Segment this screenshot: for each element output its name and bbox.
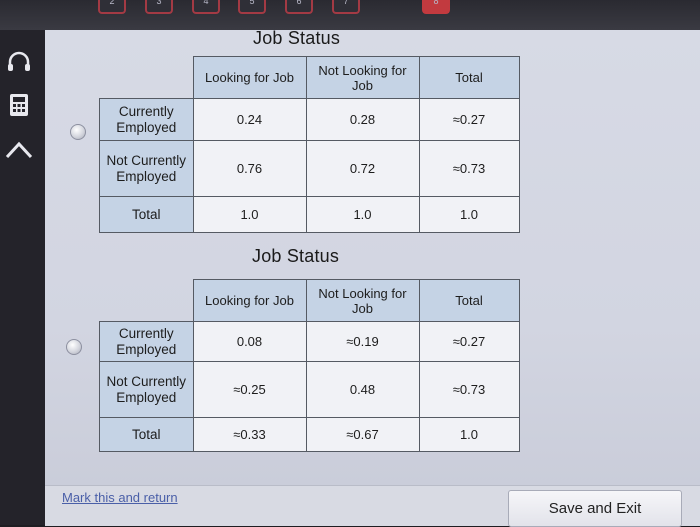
- option-1-radio[interactable]: [70, 124, 86, 140]
- table2-title: Job Status: [252, 246, 340, 266]
- table-row: Currently Employed 0.08 ≈0.19 ≈0.27: [99, 321, 520, 362]
- row-label: Currently Employed: [99, 98, 194, 141]
- table-cell: 0.48: [305, 361, 420, 418]
- table-row: Currently Employed 0.24 0.28 ≈0.27: [99, 98, 520, 141]
- question-tab-5[interactable]: 5: [238, 0, 266, 14]
- table-cell: ≈0.73: [418, 361, 520, 418]
- headset-icon[interactable]: [4, 50, 34, 80]
- table-cell: ≈0.19: [305, 321, 420, 362]
- table-cell: ≈0.25: [192, 361, 307, 418]
- question-tab-7[interactable]: 7: [332, 0, 360, 14]
- left-toolbar: [0, 30, 45, 525]
- chevron-up-icon[interactable]: [4, 138, 34, 168]
- option-2-radio[interactable]: [66, 339, 82, 355]
- table-cell: ≈0.33: [192, 417, 307, 452]
- save-and-exit-button[interactable]: Save and Exit: [508, 490, 682, 527]
- table-cell: ≈0.27: [418, 98, 520, 141]
- table1-title: Job Status: [253, 28, 341, 48]
- question-tab-4[interactable]: 4: [192, 0, 220, 14]
- table-cell: ≈0.67: [305, 417, 420, 452]
- table-row: Not Currently Employed 0.76 0.72 ≈0.73: [99, 140, 520, 197]
- col-header-total: Total: [418, 56, 520, 99]
- col-header-looking: Looking for Job: [192, 56, 307, 99]
- question-tab-3[interactable]: 3: [145, 0, 173, 14]
- table-cell: 0.24: [192, 98, 307, 141]
- calculator-icon[interactable]: [4, 92, 34, 122]
- row-label: Total: [99, 196, 194, 233]
- table-cell: ≈0.73: [418, 140, 520, 197]
- question-tab-6[interactable]: 6: [285, 0, 313, 14]
- table-row: Not Currently Employed ≈0.25 0.48 ≈0.73: [99, 361, 520, 418]
- table-cell: 0.72: [305, 140, 420, 197]
- table-cell: 0.76: [192, 140, 307, 197]
- table-cell: 1.0: [192, 196, 307, 233]
- row-label: Not Currently Employed: [99, 361, 194, 418]
- row-label: Total: [99, 417, 194, 452]
- table-cell: 1.0: [418, 196, 520, 233]
- row-label: Not Currently Employed: [99, 140, 194, 197]
- col-header-looking: Looking for Job: [192, 279, 307, 322]
- table-cell: 0.28: [305, 98, 420, 141]
- job-status-table-1: Looking for Job Not Looking for Job Tota…: [99, 56, 520, 233]
- table-cell: 1.0: [418, 417, 520, 452]
- table-cell: 0.08: [192, 321, 307, 362]
- row-label: Currently Employed: [99, 321, 194, 362]
- table-row: Total ≈0.33 ≈0.67 1.0: [99, 417, 520, 452]
- col-header-total: Total: [418, 279, 520, 322]
- question-tab-8[interactable]: 8: [422, 0, 450, 14]
- col-header-not-looking: Not Looking for Job: [305, 56, 420, 99]
- col-header-not-looking: Not Looking for Job: [305, 279, 420, 322]
- table-cell: ≈0.27: [418, 321, 520, 362]
- job-status-table-2: Looking for Job Not Looking for Job Tota…: [99, 279, 520, 452]
- table-row: Total 1.0 1.0 1.0: [99, 196, 520, 233]
- top-bezel: 2 3 4 5 6 7 8: [0, 0, 700, 30]
- question-tab-2[interactable]: 2: [98, 0, 126, 14]
- mark-and-return-link[interactable]: Mark this and return: [62, 490, 178, 505]
- table-cell: 1.0: [305, 196, 420, 233]
